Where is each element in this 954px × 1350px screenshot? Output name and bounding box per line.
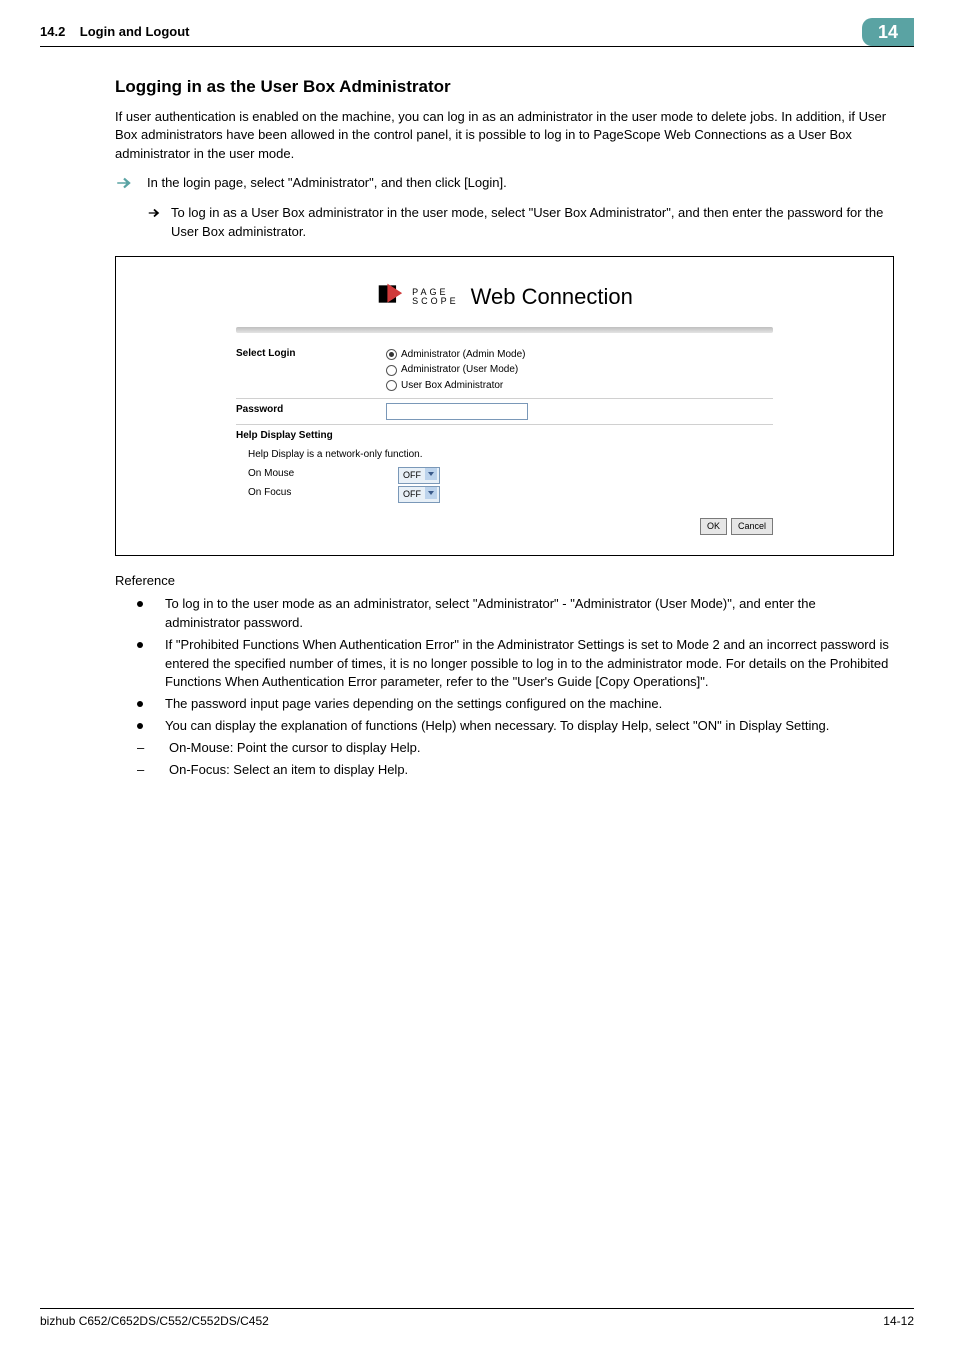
on-focus-row: On Focus OFF: [236, 485, 773, 504]
chevron-down-icon: [425, 468, 437, 484]
reference-b2: If "Prohibited Functions When Authentica…: [165, 636, 894, 693]
brand-mark-icon: [376, 281, 404, 313]
bullet-icon: [137, 642, 143, 648]
section-label: 14.2 Login and Logout: [40, 23, 190, 46]
reference-b3: The password input page varies depending…: [165, 695, 662, 714]
page-title: Logging in as the User Box Administrator: [115, 75, 894, 100]
brand-text: PAGE SCOPE: [412, 288, 459, 306]
section-number: 14.2: [40, 24, 65, 39]
brand-line2: SCOPE: [412, 297, 459, 306]
dash-icon: –: [137, 761, 147, 780]
radio-user-mode[interactable]: Administrator (User Mode): [386, 363, 773, 378]
chevron-down-icon: [425, 487, 437, 503]
on-mouse-value: OFF: [403, 469, 421, 482]
login-screenshot: PAGE SCOPE Web Connection Select Login A…: [115, 256, 894, 556]
section-title: Login and Logout: [80, 24, 190, 39]
list-item: You can display the explanation of funct…: [115, 717, 894, 736]
radio-admin-mode-label: Administrator (Admin Mode): [401, 348, 525, 363]
bullet-icon: [137, 601, 143, 607]
radio-icon: [386, 349, 397, 360]
page-footer: bizhub C652/C652DS/C552/C552DS/C452 14-1…: [40, 1308, 914, 1330]
reference-d2: On-Focus: Select an item to display Help…: [169, 761, 408, 780]
reference-b4: You can display the explanation of funct…: [165, 717, 829, 736]
list-item: To log in to the user mode as an adminis…: [115, 595, 894, 633]
password-row: Password: [236, 399, 773, 425]
help-heading: Help Display Setting: [236, 429, 333, 444]
bullet-icon: [137, 701, 143, 707]
brand-logo: PAGE SCOPE Web Connection: [176, 281, 833, 313]
on-mouse-label: On Mouse: [236, 467, 398, 482]
ok-button[interactable]: OK: [700, 518, 727, 535]
chapter-badge: 14: [862, 18, 914, 46]
panel-divider: [236, 327, 773, 333]
list-item: If "Prohibited Functions When Authentica…: [115, 636, 894, 693]
list-item: – On-Mouse: Point the cursor to display H…: [115, 739, 894, 758]
footer-model: bizhub C652/C652DS/C552/C552DS/C452: [40, 1313, 269, 1330]
on-focus-label: On Focus: [236, 486, 398, 501]
footer-page-number: 14-12: [883, 1313, 914, 1330]
radio-userbox-label: User Box Administrator: [401, 379, 503, 394]
page-content: Logging in as the User Box Administrator…: [0, 47, 954, 780]
on-focus-value: OFF: [403, 488, 421, 501]
on-mouse-row: On Mouse OFF: [236, 466, 773, 485]
password-label: Password: [236, 403, 386, 418]
sub-step-text: To log in as a User Box administrator in…: [171, 204, 894, 242]
list-item: The password input page varies depending…: [115, 695, 894, 714]
login-panel: Select Login Administrator (Admin Mode) …: [236, 343, 773, 505]
dash-icon: –: [137, 739, 147, 758]
radio-icon: [386, 365, 397, 376]
primary-step-text: In the login page, select "Administrator…: [147, 174, 507, 193]
help-heading-row: Help Display Setting: [236, 425, 773, 448]
arrow-right-small-icon: [147, 204, 161, 242]
reference-b1: To log in to the user mode as an adminis…: [165, 595, 894, 633]
radio-user-mode-label: Administrator (User Mode): [401, 363, 518, 378]
radio-icon: [386, 380, 397, 391]
reference-heading: Reference: [115, 572, 894, 591]
sub-step: To log in as a User Box administrator in…: [147, 204, 894, 242]
password-input[interactable]: [386, 403, 528, 420]
page-header: 14.2 Login and Logout 14: [0, 0, 954, 46]
radio-userbox[interactable]: User Box Administrator: [386, 379, 773, 394]
reference-list: To log in to the user mode as an adminis…: [115, 595, 894, 780]
brand-web-text: Web Connection: [471, 281, 633, 313]
intro-paragraph: If user authentication is enabled on the…: [115, 108, 894, 165]
list-item: – On-Focus: Select an item to display Hel…: [115, 761, 894, 780]
reference-d1: On-Mouse: Point the cursor to display He…: [169, 739, 420, 758]
help-note-row: Help Display is a network-only function.: [236, 448, 773, 467]
on-focus-select[interactable]: OFF: [398, 486, 440, 503]
select-login-row: Select Login Administrator (Admin Mode) …: [236, 343, 773, 400]
radio-admin-mode[interactable]: Administrator (Admin Mode): [386, 348, 773, 363]
primary-step: In the login page, select "Administrator…: [115, 174, 894, 198]
arrow-right-icon: [115, 174, 133, 198]
help-note: Help Display is a network-only function.: [248, 448, 423, 463]
bullet-icon: [137, 723, 143, 729]
cancel-button[interactable]: Cancel: [731, 518, 773, 535]
on-mouse-select[interactable]: OFF: [398, 467, 440, 484]
button-bar: OK Cancel: [176, 518, 773, 535]
select-login-label: Select Login: [236, 347, 386, 362]
